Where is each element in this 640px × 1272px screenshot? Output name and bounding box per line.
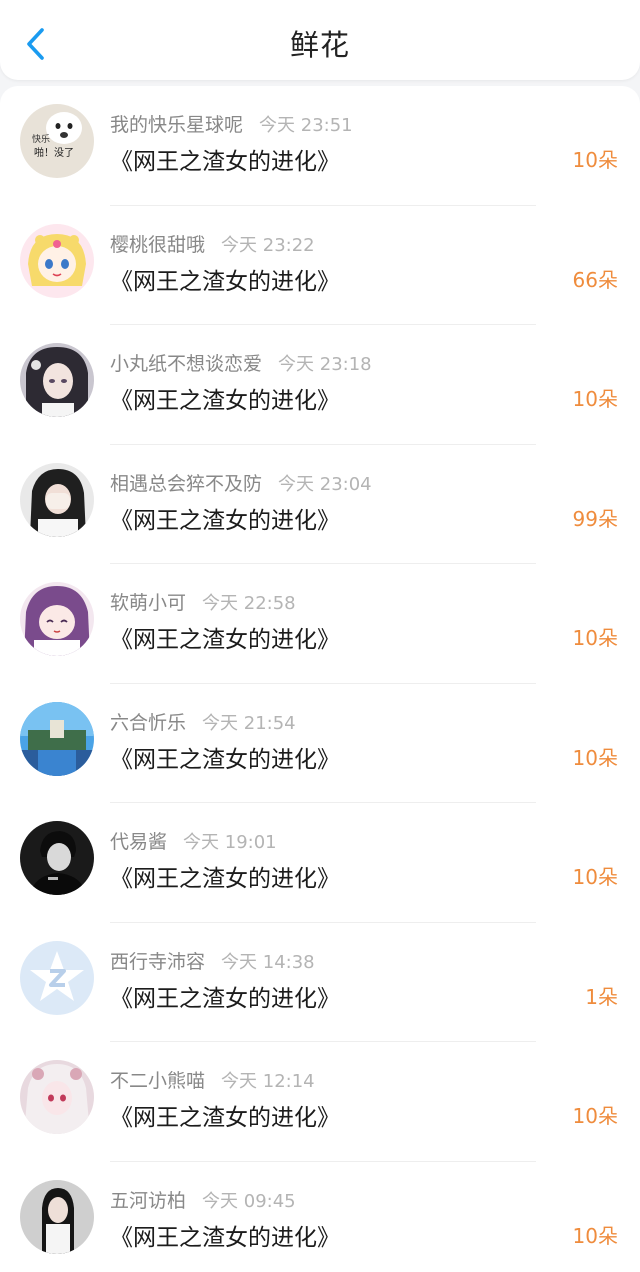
- nav-bar: 鲜花: [0, 0, 640, 80]
- flower-count: 10朵: [572, 148, 618, 172]
- book-title[interactable]: 《网王之渣女的进化》: [110, 1218, 340, 1252]
- sender-meta: 西行寺沛容 今天 14:38: [110, 947, 315, 974]
- flower-count: 10朵: [572, 745, 618, 770]
- sender-meta: 小丸纸不想谈恋爱 今天 23:18: [110, 349, 372, 376]
- list-item[interactable]: 西行寺沛容 今天 14:38 《网王之渣女的进化》 1朵: [0, 923, 640, 1042]
- book-title[interactable]: 《网王之渣女的进化》: [110, 142, 340, 176]
- flower-count: 10朵: [572, 626, 618, 650]
- book-title[interactable]: 《网王之渣女的进化》: [110, 979, 340, 1013]
- avatar[interactable]: [20, 343, 94, 417]
- avatar-caption: 快乐: [32, 133, 50, 145]
- book-title[interactable]: 《网王之渣女的进化》: [110, 740, 340, 774]
- avatar[interactable]: [20, 940, 94, 1015]
- book-title[interactable]: 《网王之渣女的进化》: [110, 859, 340, 893]
- book-title[interactable]: 《网王之渣女的进化》: [110, 501, 340, 535]
- list-item[interactable]: 小丸纸不想谈恋爱 今天 23:18 《网王之渣女的进化》 10朵: [0, 325, 640, 445]
- sender-meta: 我的快乐星球呢 今天 23:51: [110, 110, 353, 137]
- timestamp: 今天 12:14: [221, 1071, 315, 1092]
- timestamp: 今天 23:18: [278, 354, 372, 375]
- timestamp: 今天 23:04: [278, 473, 372, 495]
- sender-meta: 五河访柏 今天 09:45: [110, 1186, 296, 1213]
- sender-name[interactable]: 我的快乐星球呢: [110, 114, 243, 136]
- list-item[interactable]: 五河访柏 今天 09:45 《网王之渣女的进化》 10朵: [0, 1162, 640, 1272]
- sender-meta: 相遇总会猝不及防 今天 23:04: [110, 469, 372, 496]
- flower-list: 快乐 啪！没了 我的快乐星球呢今天 23:51 《网王之渣女的进化》 10朵: [0, 86, 640, 1272]
- timestamp: 今天 23:22: [221, 234, 315, 256]
- sender-meta: 代易酱 今天 19:01: [110, 827, 277, 854]
- book-title[interactable]: 《网王之渣女的进化》: [110, 262, 340, 296]
- page-title: 鲜花: [289, 28, 350, 62]
- list-item[interactable]: 六合忻乐 今天 21:54 《网王之渣女的进化》 10朵: [0, 684, 640, 803]
- timestamp: 今天 22:58: [202, 593, 296, 614]
- list-item[interactable]: 软萌小可 今天 22:58 《网王之渣女的进化》 10朵: [0, 564, 640, 684]
- list-item[interactable]: 快乐 啪！没了 我的快乐星球呢 今天 23:51 《网王之渣女的进化》 10朵: [0, 86, 640, 206]
- sender-meta: 樱桃很甜哦 今天 23:22: [110, 230, 315, 257]
- avatar[interactable]: [20, 223, 94, 298]
- timestamp: 今天 21:54: [202, 712, 296, 734]
- timestamp: 今天 14:38: [221, 951, 315, 973]
- sender-name[interactable]: 不二小熊喵: [110, 1070, 205, 1092]
- avatar[interactable]: 快乐 啪！没了: [20, 104, 94, 178]
- avatar[interactable]: [20, 701, 94, 776]
- list-item[interactable]: 代易酱 今天 19:01 《网王之渣女的进化》 10朵: [0, 803, 640, 923]
- avatar[interactable]: [20, 821, 94, 895]
- sender-name[interactable]: 小丸纸不想谈恋爱: [110, 353, 262, 375]
- timestamp: 今天 19:01: [183, 832, 277, 853]
- sender-name[interactable]: 樱桃很甜哦: [110, 234, 205, 256]
- flower-count: 99朵: [572, 506, 618, 531]
- avatar[interactable]: [20, 1060, 94, 1134]
- sender-meta: 六合忻乐 今天 21:54: [110, 708, 296, 735]
- default-avatar-icon: [20, 940, 94, 1015]
- sender-name[interactable]: 六合忻乐: [110, 712, 186, 734]
- book-title[interactable]: 《网王之渣女的进化》: [110, 620, 340, 654]
- book-title[interactable]: 《网王之渣女的进化》: [110, 1098, 340, 1132]
- flower-count: 10朵: [572, 865, 618, 889]
- sender-name[interactable]: 相遇总会猝不及防: [110, 473, 262, 495]
- avatar[interactable]: [20, 582, 94, 656]
- flower-count: 10朵: [572, 387, 618, 411]
- list-item[interactable]: 不二小熊喵 今天 12:14 《网王之渣女的进化》 10朵: [0, 1042, 640, 1162]
- list-item[interactable]: 相遇总会猝不及防 今天 23:04 《网王之渣女的进化》 99朵: [0, 445, 640, 564]
- avatar-caption: 啪！没了: [34, 146, 74, 159]
- flower-count: 1朵: [585, 984, 618, 1009]
- avatar[interactable]: [20, 462, 94, 537]
- flower-count: 10朵: [572, 1104, 618, 1128]
- timestamp: 今天 23:51: [259, 115, 353, 136]
- sender-name[interactable]: 五河访柏: [110, 1190, 186, 1212]
- timestamp: 今天 09:45: [202, 1190, 296, 1212]
- sender-meta: 软萌小可 今天 22:58: [110, 588, 296, 615]
- flower-count: 10朵: [572, 1223, 618, 1248]
- sender-name[interactable]: 西行寺沛容: [110, 951, 205, 973]
- sender-name[interactable]: 代易酱: [110, 831, 167, 853]
- sender-meta: 不二小熊喵 今天 12:14: [110, 1066, 315, 1093]
- sender-name[interactable]: 软萌小可: [110, 592, 186, 614]
- book-title[interactable]: 《网王之渣女的进化》: [110, 381, 340, 415]
- avatar[interactable]: [20, 1179, 94, 1254]
- flower-count: 66朵: [572, 267, 618, 292]
- list-item[interactable]: 樱桃很甜哦 今天 23:22 《网王之渣女的进化》 66朵: [0, 206, 640, 325]
